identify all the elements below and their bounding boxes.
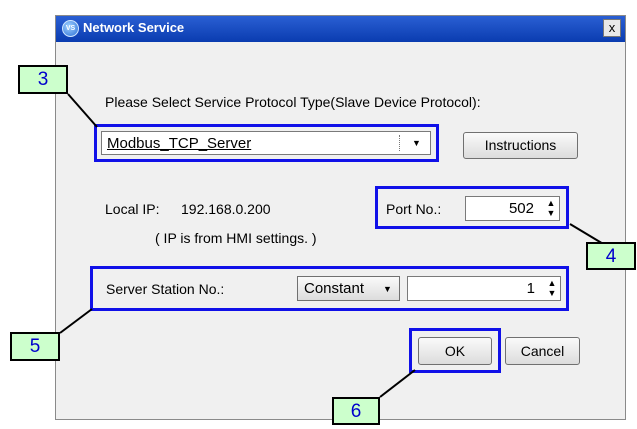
callout-5: 5 (10, 332, 60, 361)
callout-4: 4 (586, 242, 636, 270)
callout-6-leader (379, 369, 416, 398)
callout-3-leader (67, 93, 98, 128)
callout-3: 3 (18, 65, 68, 94)
callout-5-leader (59, 308, 93, 334)
callout-leaders (59, 93, 606, 398)
callout-6: 6 (332, 397, 380, 425)
